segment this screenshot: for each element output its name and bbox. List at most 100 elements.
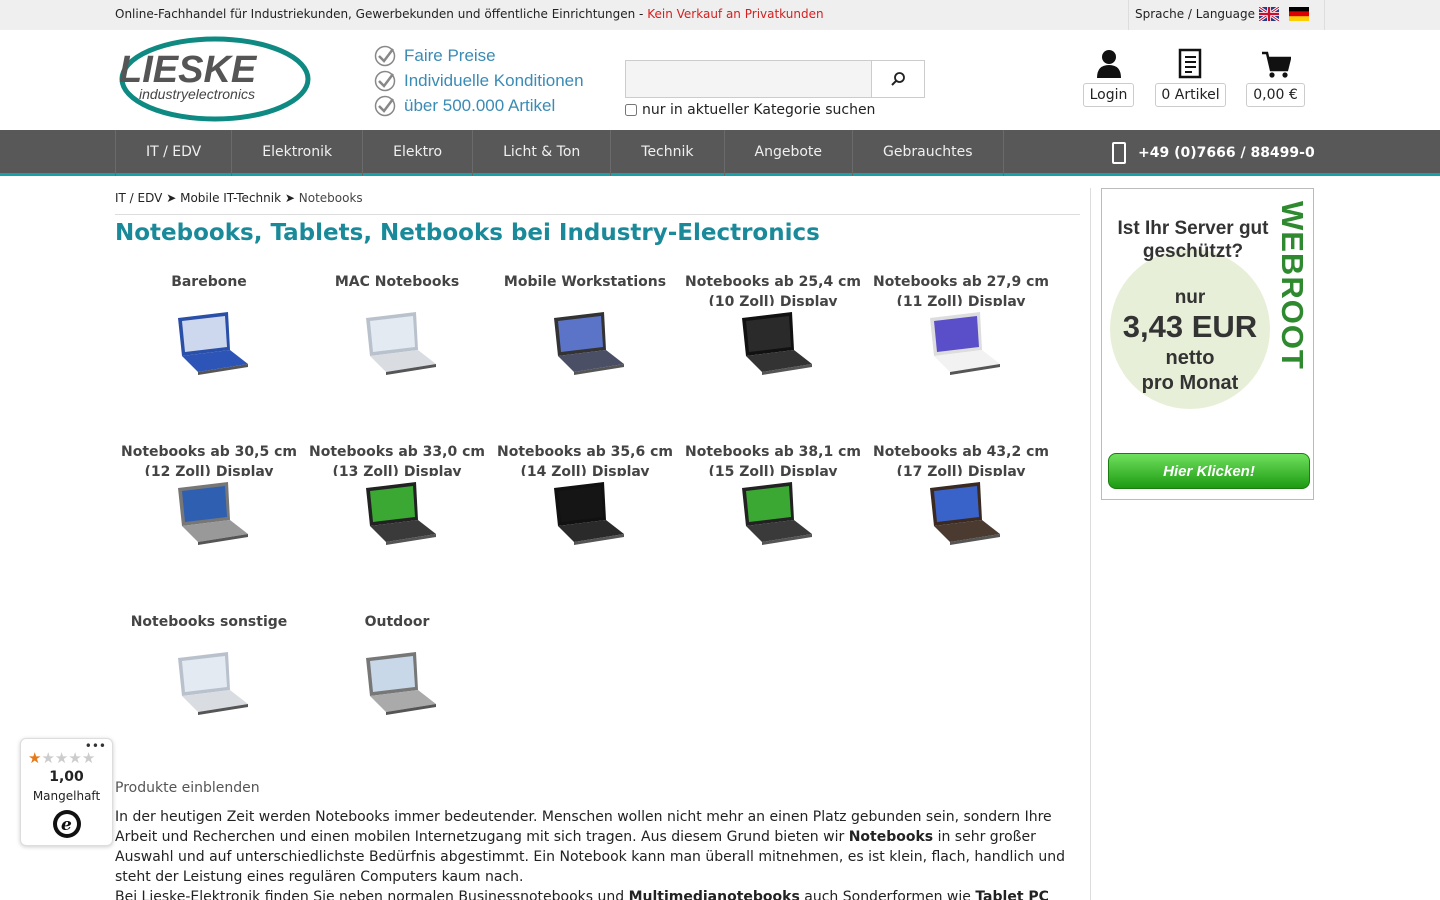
ad-question: Ist Ihr Server gut geschützt? — [1117, 218, 1269, 262]
laptop-grey-icon — [178, 482, 248, 545]
breadcrumb-current: Notebooks — [298, 191, 363, 205]
breadcrumb-separator: ➤ — [284, 191, 295, 205]
category-tile[interactable]: Mobile Workstations — [491, 272, 679, 432]
description-keyword: Multimedianotebooks — [628, 889, 800, 900]
usp-individual-conditions: Individuelle Konditionen — [374, 70, 604, 92]
nav-item-licht-ton[interactable]: Licht & Ton — [473, 130, 612, 176]
trusted-shops-badge[interactable]: ••• ★★★★★ 1,00 Mangelhaft e — [20, 738, 113, 846]
category-label: Outdoor — [364, 614, 430, 630]
login-area[interactable]: Login — [1083, 48, 1134, 108]
trusted-shops-e-icon: e — [53, 810, 81, 838]
category-tile[interactable]: Notebooks ab 25,4 cm (10 Zoll) Display — [679, 272, 867, 432]
nav-item-elektro[interactable]: Elektro — [363, 130, 474, 176]
ad-netto-text: netto — [1165, 347, 1215, 369]
laptop-silver-icon — [366, 312, 436, 375]
usp-text: über 500.000 Artikel — [404, 96, 556, 115]
category-tile[interactable]: Notebooks ab 27,9 cm (11 Zoll) Display — [867, 272, 1055, 432]
uk-flag-icon[interactable] — [1259, 7, 1279, 21]
description-keyword: Notebooks — [848, 829, 934, 845]
logo-subtext: industryelectronics — [139, 86, 255, 102]
category-only-label: nur in aktueller Kategorie suchen — [642, 102, 876, 118]
main-navigation: IT / EDV Elektronik Elektro Licht & Ton … — [0, 130, 1440, 176]
description-keyword: Tablet PC — [975, 889, 1049, 900]
ad-per-month: pro Monat — [1141, 372, 1239, 394]
login-button[interactable]: Login — [1083, 83, 1134, 107]
nav-item-technik[interactable]: Technik — [611, 130, 725, 176]
category-tile[interactable]: Barebone — [115, 272, 303, 432]
category-tile[interactable]: Notebooks ab 30,5 cm (12 Zoll) Display — [115, 442, 303, 602]
german-flag-icon[interactable] — [1289, 7, 1309, 21]
laptop-dark-icon — [554, 312, 624, 375]
star-empty-icon: ★ — [81, 749, 96, 767]
category-description: In der heutigen Zeit werden Notebooks im… — [115, 807, 1080, 900]
category-label: Notebooks ab 27,9 cm (11 Zoll) Display — [873, 274, 1049, 306]
laptop-green-screen-icon — [742, 482, 812, 545]
usp-text: Individuelle Konditionen — [404, 71, 584, 90]
phone-icon — [1112, 142, 1126, 164]
ad-click-button[interactable]: Hier Klicken! — [1108, 453, 1310, 489]
star-empty-icon: ★ — [41, 749, 55, 767]
breadcrumb-separator: ➤ — [166, 191, 177, 205]
shopping-cart-icon — [1261, 51, 1291, 78]
check-circle-icon — [374, 95, 396, 117]
category-label: Notebooks ab 33,0 cm (13 Zoll) Display — [309, 444, 485, 476]
webroot-wordmark: WEBROOT — [1278, 201, 1308, 370]
description-text: auch Sonderformen wie — [799, 889, 976, 900]
category-tile[interactable]: Notebooks ab 35,6 cm (14 Zoll) Display — [491, 442, 679, 602]
category-only-checkbox[interactable] — [625, 104, 637, 116]
nav-item-elektronik[interactable]: Elektronik — [232, 130, 364, 176]
category-label: Barebone — [171, 274, 247, 290]
category-tile[interactable]: Notebooks ab 43,2 cm (17 Zoll) Display — [867, 442, 1055, 602]
category-label: Notebooks ab 35,6 cm (14 Zoll) Display — [497, 444, 673, 476]
show-products-link[interactable]: Produkte einblenden — [115, 780, 260, 796]
nav-item-it-edv[interactable]: IT / EDV — [116, 130, 233, 176]
usp-articles-count: über 500.000 Artikel — [374, 95, 604, 117]
nav-item-angebote[interactable]: Angebote — [725, 130, 854, 176]
cart-total-button[interactable]: 0,00 € — [1246, 83, 1305, 107]
rating-score: 1,00 — [49, 769, 84, 785]
category-tile[interactable]: Notebooks ab 38,1 cm (15 Zoll) Display — [679, 442, 867, 602]
phone-contact[interactable]: +49 (0)7666 / 88499-0 — [1112, 130, 1315, 176]
category-label: Notebooks ab 38,1 cm (15 Zoll) Display — [685, 444, 861, 476]
webroot-brand-logo: WEBROOT — [1278, 201, 1308, 370]
search-button[interactable] — [872, 61, 924, 97]
netbook-icon — [742, 312, 812, 375]
rating-stars: ★★★★★ — [28, 749, 95, 767]
category-search-option[interactable]: nur in aktueller Kategorie suchen — [625, 102, 875, 118]
laptop-brown-icon — [930, 482, 1000, 545]
cart-items-area[interactable]: 0 Artikel — [1155, 48, 1226, 108]
usp-text: Faire Preise — [404, 46, 496, 65]
laptop-black-icon — [554, 482, 624, 545]
lieske-logo[interactable]: LIESKE industryelectronics — [115, 36, 311, 122]
phone-number: +49 (0)7666 / 88499-0 — [1138, 145, 1315, 161]
category-label: Notebooks ab 25,4 cm (10 Zoll) Display — [685, 274, 861, 306]
divider — [115, 214, 1080, 215]
ad-nur: nur — [1174, 287, 1206, 308]
list-document-icon — [1178, 48, 1201, 79]
breadcrumb-link-it-edv[interactable]: IT / EDV — [115, 191, 162, 205]
cart-total-area[interactable]: 0,00 € — [1246, 48, 1305, 108]
category-tile[interactable]: MAC Notebooks — [303, 272, 491, 432]
cart-items-button[interactable]: 0 Artikel — [1155, 83, 1226, 107]
laptop-green-screen-icon — [366, 482, 436, 545]
search-box — [625, 60, 925, 98]
category-label: Notebooks ab 43,2 cm (17 Zoll) Display — [873, 444, 1049, 476]
breadcrumb-link-mobile-it[interactable]: Mobile IT-Technik — [180, 191, 281, 205]
nav-item-gebrauchtes[interactable]: Gebrauchtes — [853, 130, 1004, 176]
category-label: Notebooks sonstige — [130, 614, 288, 630]
usp-fair-prices: Faire Preise — [374, 45, 604, 67]
search-input[interactable] — [626, 61, 872, 97]
star-empty-icon: ★ — [68, 749, 82, 767]
laptop-blue-icon — [178, 312, 248, 375]
ad-price: 3,43 EUR — [1122, 309, 1258, 344]
webroot-ad-banner[interactable]: Ist Ihr Server gut geschützt? nur 3,43 E… — [1101, 188, 1314, 500]
language-selector: Sprache / Language — [1128, 0, 1325, 30]
category-tile[interactable]: Notebooks sonstige — [115, 612, 303, 772]
category-label: MAC Notebooks — [334, 274, 460, 290]
category-tile[interactable]: Notebooks ab 33,0 cm (13 Zoll) Display — [303, 442, 491, 602]
laptop-white-icon — [930, 312, 1000, 375]
star-filled-icon: ★ — [28, 749, 42, 767]
b2b-notice-text: Online-Fachhandel für Industriekunden, G… — [115, 7, 644, 21]
category-tile[interactable]: Outdoor — [303, 612, 491, 772]
rating-word: Mangelhaft — [32, 789, 101, 803]
